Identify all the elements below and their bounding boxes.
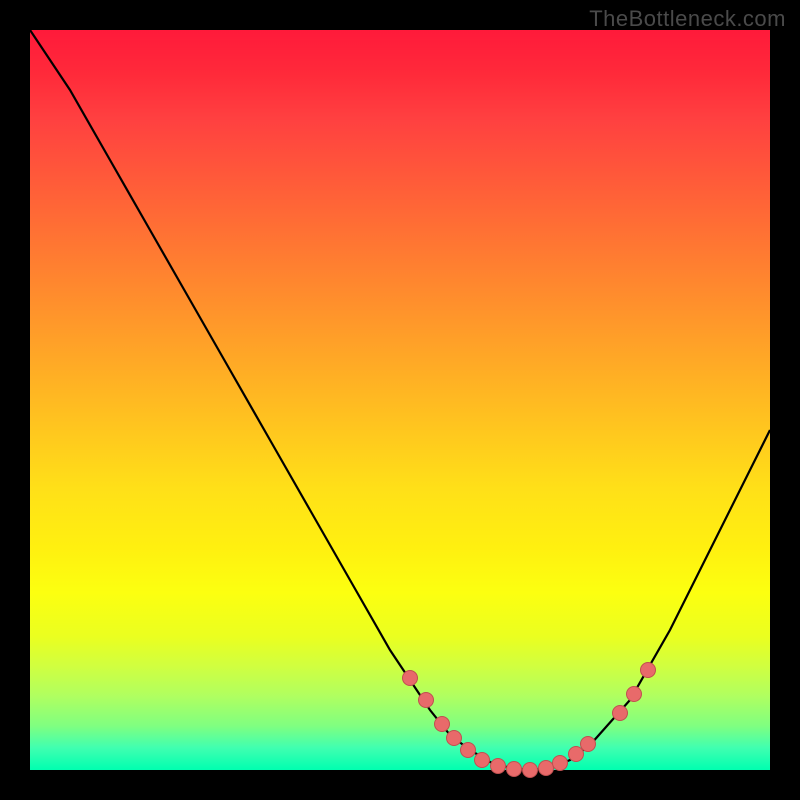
curve-markers (403, 663, 656, 778)
chart-svg (30, 30, 770, 770)
curve-marker (569, 747, 584, 762)
curve-marker (447, 731, 462, 746)
curve-marker (461, 743, 476, 758)
curve-marker (553, 756, 568, 771)
curve-marker (627, 687, 642, 702)
curve-marker (581, 737, 596, 752)
curve-marker (403, 671, 418, 686)
chart-canvas (30, 30, 770, 770)
curve-marker (613, 706, 628, 721)
curve-marker (491, 759, 506, 774)
curve-marker (523, 763, 538, 778)
curve-marker (475, 753, 490, 768)
curve-marker (641, 663, 656, 678)
curve-marker (539, 761, 554, 776)
curve-marker (435, 717, 450, 732)
bottleneck-curve (30, 30, 770, 770)
curve-marker (507, 762, 522, 777)
curve-marker (419, 693, 434, 708)
watermark-text: TheBottleneck.com (589, 6, 786, 32)
